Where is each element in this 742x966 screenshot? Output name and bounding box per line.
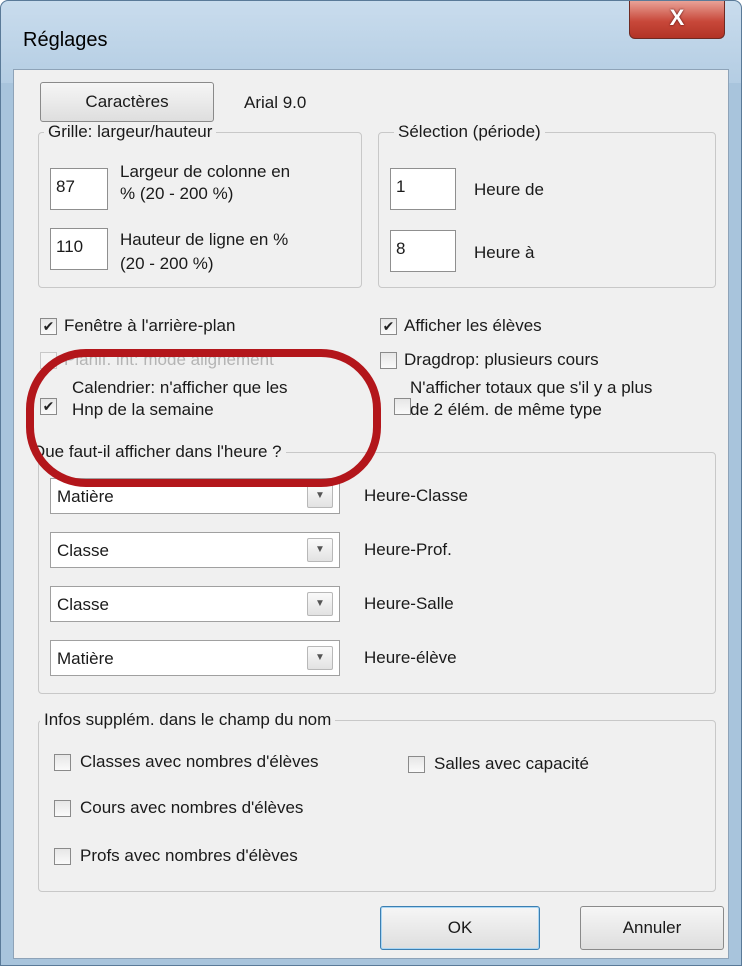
dragdrop-checkbox[interactable] bbox=[380, 352, 397, 369]
calendar-label-2: Hnp de la semaine bbox=[72, 400, 214, 419]
column-width-label-2: % (20 - 200 %) bbox=[120, 184, 234, 203]
chevron-down-icon[interactable]: ▼ bbox=[307, 538, 333, 562]
heure-eleve-value: Matière bbox=[57, 649, 114, 668]
totals-label-1: N'afficher totaux que s'il y a plus bbox=[410, 378, 653, 397]
cancel-button-label: Annuler bbox=[622, 918, 682, 937]
close-button[interactable]: X bbox=[629, 1, 725, 39]
chevron-down-icon[interactable]: ▼ bbox=[307, 592, 333, 616]
check-icon: ✔ bbox=[382, 318, 395, 334]
row-height-value: 110 bbox=[56, 237, 84, 256]
hour-to-value: 8 bbox=[396, 239, 406, 258]
dragdrop-label: Dragdrop: plusieurs cours bbox=[404, 350, 599, 369]
selection-legend: Sélection (période) bbox=[394, 122, 545, 142]
courses-count-label: Cours avec nombres d'élèves bbox=[80, 798, 304, 817]
extra-info-legend: Infos supplém. dans le champ du nom bbox=[40, 710, 336, 730]
chevron-down-icon[interactable]: ▼ bbox=[307, 484, 333, 508]
check-icon: ✔ bbox=[42, 398, 55, 414]
row-height-input[interactable]: 110 bbox=[50, 228, 108, 270]
planif-alignment-label: Planif. int: mode alignement bbox=[64, 350, 274, 369]
calendar-label-1: Calendrier: n'afficher que les bbox=[72, 378, 288, 397]
row-height-label-2: (20 - 200 %) bbox=[120, 254, 214, 273]
window-title: Réglages bbox=[23, 29, 108, 51]
heure-classe-label: Heure-Classe bbox=[364, 486, 468, 505]
heure-prof-select[interactable]: Classe ▼ bbox=[50, 532, 340, 568]
background-window-label: Fenêtre à l'arrière-plan bbox=[64, 316, 236, 335]
hour-from-label: Heure de bbox=[474, 180, 544, 199]
column-width-input[interactable]: 87 bbox=[50, 168, 108, 210]
ok-button[interactable]: OK bbox=[380, 906, 540, 950]
heure-classe-select[interactable]: Matière ▼ bbox=[50, 478, 340, 514]
heure-salle-label: Heure-Salle bbox=[364, 594, 454, 613]
check-icon: ✔ bbox=[42, 318, 55, 334]
heure-eleve-label: Heure-élève bbox=[364, 648, 457, 667]
show-students-checkbox[interactable]: ✔ bbox=[380, 318, 397, 335]
column-width-value: 87 bbox=[56, 177, 75, 196]
hour-from-value: 1 bbox=[396, 177, 406, 196]
teachers-count-label: Profs avec nombres d'élèves bbox=[80, 846, 298, 865]
hour-to-input[interactable]: 8 bbox=[390, 230, 456, 272]
grid-legend: Grille: largeur/hauteur bbox=[44, 122, 217, 142]
current-font: Arial 9.0 bbox=[244, 93, 307, 112]
dialog-client-area: Caractères Arial 9.0 Grille: largeur/hau… bbox=[13, 69, 729, 959]
row-height-label-1: Hauteur de ligne en % bbox=[120, 230, 289, 249]
totals-checkbox[interactable] bbox=[394, 398, 411, 415]
hour-to-label: Heure à bbox=[474, 243, 535, 262]
planif-alignment-checkbox[interactable] bbox=[40, 352, 57, 369]
totals-label-2: de 2 élém. de même type bbox=[410, 400, 602, 419]
rooms-capacity-checkbox[interactable] bbox=[408, 756, 425, 773]
heure-prof-value: Classe bbox=[57, 541, 109, 560]
show-students-label: Afficher les élèves bbox=[404, 316, 542, 335]
heure-salle-select[interactable]: Classe ▼ bbox=[50, 586, 340, 622]
heure-eleve-select[interactable]: Matière ▼ bbox=[50, 640, 340, 676]
font-button[interactable]: Caractères bbox=[40, 82, 214, 122]
hour-from-input[interactable]: 1 bbox=[390, 168, 456, 210]
heure-salle-value: Classe bbox=[57, 595, 109, 614]
display-hour-legend: Que faut-il afficher dans l'heure ? bbox=[28, 442, 286, 462]
close-icon: X bbox=[669, 5, 685, 30]
classes-count-label: Classes avec nombres d'élèves bbox=[80, 752, 319, 771]
calendar-checkbox[interactable]: ✔ bbox=[40, 398, 57, 415]
courses-count-checkbox[interactable] bbox=[54, 800, 71, 817]
heure-prof-label: Heure-Prof. bbox=[364, 540, 452, 559]
chevron-down-icon[interactable]: ▼ bbox=[307, 646, 333, 670]
heure-classe-value: Matière bbox=[57, 487, 114, 506]
background-window-checkbox[interactable]: ✔ bbox=[40, 318, 57, 335]
rooms-capacity-label: Salles avec capacité bbox=[434, 754, 589, 773]
font-button-label: Caractères bbox=[85, 92, 169, 111]
column-width-label-1: Largeur de colonne en bbox=[120, 162, 291, 181]
classes-count-checkbox[interactable] bbox=[54, 754, 71, 771]
teachers-count-checkbox[interactable] bbox=[54, 848, 71, 865]
ok-button-label: OK bbox=[447, 918, 473, 937]
cancel-button[interactable]: Annuler bbox=[580, 906, 724, 950]
settings-window: Réglages X Caractères Arial 9.0 Grille: … bbox=[0, 0, 742, 966]
